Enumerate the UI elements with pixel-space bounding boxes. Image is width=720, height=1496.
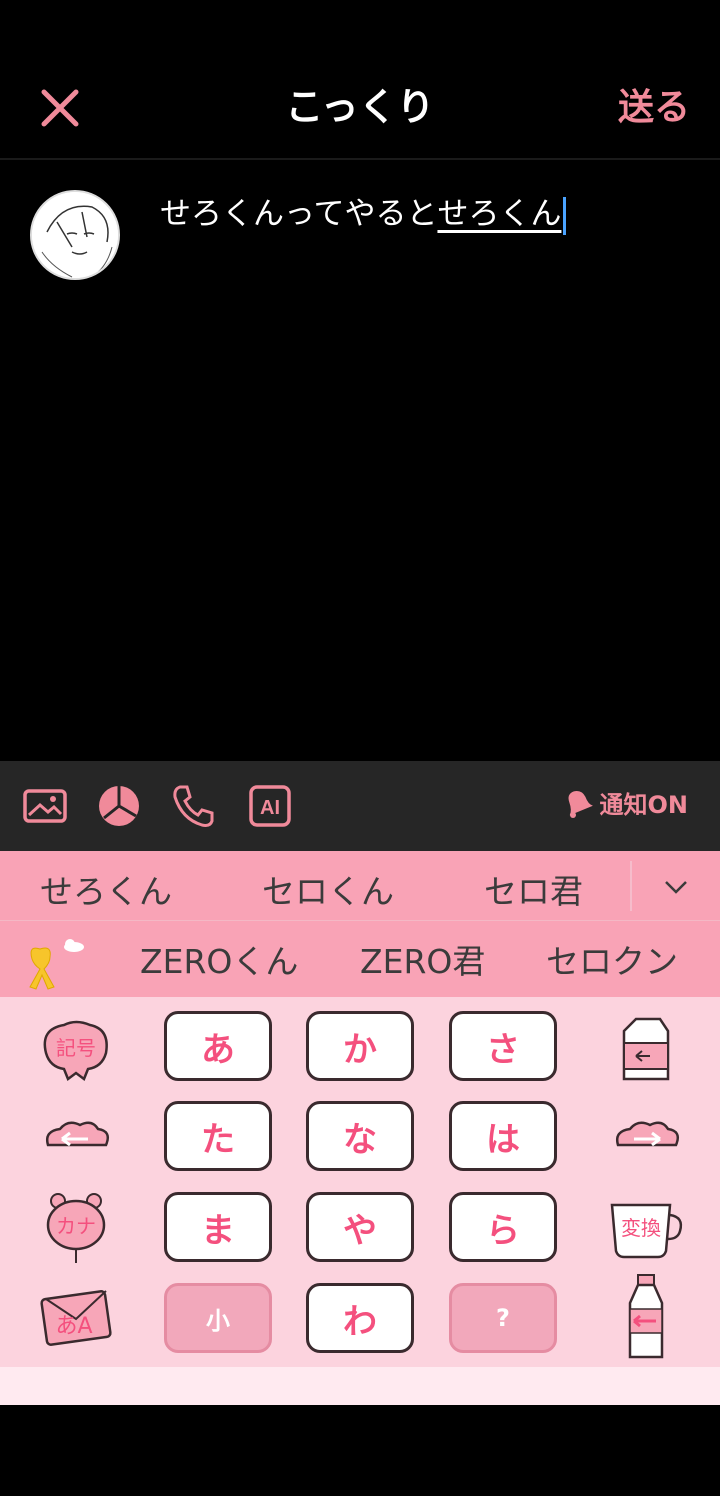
text-cursor — [563, 196, 567, 235]
image-icon[interactable] — [22, 783, 68, 829]
key-ra[interactable]: ら — [449, 1192, 557, 1262]
phone-icon[interactable] — [170, 783, 216, 829]
key-ha[interactable]: は — [449, 1101, 557, 1171]
compose-toolbar: AI 通知ON — [0, 761, 720, 851]
candidate-item[interactable]: セロ君 — [484, 865, 583, 913]
divider — [630, 861, 632, 911]
mode-key-label: あA — [55, 1314, 92, 1339]
symbol-key-icon[interactable]: 記号 — [36, 1013, 116, 1087]
candidate-bar: せろくん セロくん セロ君 — [0, 851, 720, 921]
henkan-cup-icon[interactable]: 変換 — [606, 1191, 686, 1265]
key-na[interactable]: な — [306, 1101, 414, 1171]
bell-icon — [568, 790, 593, 818]
key-ta[interactable]: た — [164, 1101, 272, 1171]
keyboard-bottom-strip — [0, 1367, 720, 1405]
post-input[interactable]: せろくんってやるとせろくん — [160, 188, 567, 235]
key-small-dakuten[interactable]: 小 — [164, 1283, 272, 1353]
composing-text: せろくん — [437, 196, 562, 232]
enter-bottle-icon[interactable] — [606, 1273, 686, 1363]
notify-toggle[interactable]: 通知ON — [560, 785, 689, 820]
header-bar: こっくり 送る — [0, 0, 720, 160]
candidate-item[interactable]: せろくん — [40, 865, 172, 913]
mode-key-icon[interactable]: あA — [36, 1281, 116, 1355]
page-title: こっくり — [285, 85, 435, 129]
candidate-item[interactable]: セロくん — [262, 865, 394, 913]
chevron-down-icon[interactable] — [660, 871, 692, 903]
key-wa[interactable]: わ — [306, 1283, 414, 1353]
ai-icon[interactable]: AI — [248, 783, 294, 829]
candidate-bar-secondary: ZEROくん ZERO君 セロクン — [0, 921, 720, 997]
notify-label: 通知ON — [599, 791, 689, 819]
kana-key-icon[interactable]: カナ — [36, 1191, 116, 1265]
key-ya[interactable]: や — [306, 1192, 414, 1262]
key-a[interactable]: あ — [164, 1011, 272, 1081]
cursor-right-icon[interactable] — [606, 1101, 686, 1175]
backspace-milk-icon[interactable] — [606, 1013, 686, 1087]
send-button[interactable]: 送る — [618, 78, 690, 130]
candidate-item[interactable]: ZEROくん — [140, 935, 298, 983]
symbol-key-label: 記号 — [56, 1036, 96, 1060]
poll-icon[interactable] — [96, 783, 142, 829]
avatar[interactable] — [30, 190, 120, 280]
ribbon-cloud-icon[interactable] — [20, 935, 94, 991]
key-sa[interactable]: さ — [449, 1011, 557, 1081]
svg-text:AI: AI — [260, 797, 280, 819]
flick-keyboard: 記号 カナ あA あ か さ た な は ま や ら 小 わ ? 変換 — [0, 997, 720, 1367]
committed-text: せろくんってやると — [160, 196, 438, 232]
key-punctuation[interactable]: ? — [449, 1283, 557, 1353]
henkan-key-label: 変換 — [621, 1216, 661, 1240]
candidate-item[interactable]: ZERO君 — [360, 935, 485, 983]
cursor-left-icon[interactable] — [36, 1101, 116, 1175]
candidate-item[interactable]: セロクン — [546, 935, 678, 983]
avatar-sketch-icon — [32, 192, 118, 278]
kana-key-label: カナ — [56, 1214, 96, 1238]
key-ma[interactable]: ま — [164, 1192, 272, 1262]
key-ka[interactable]: か — [306, 1011, 414, 1081]
